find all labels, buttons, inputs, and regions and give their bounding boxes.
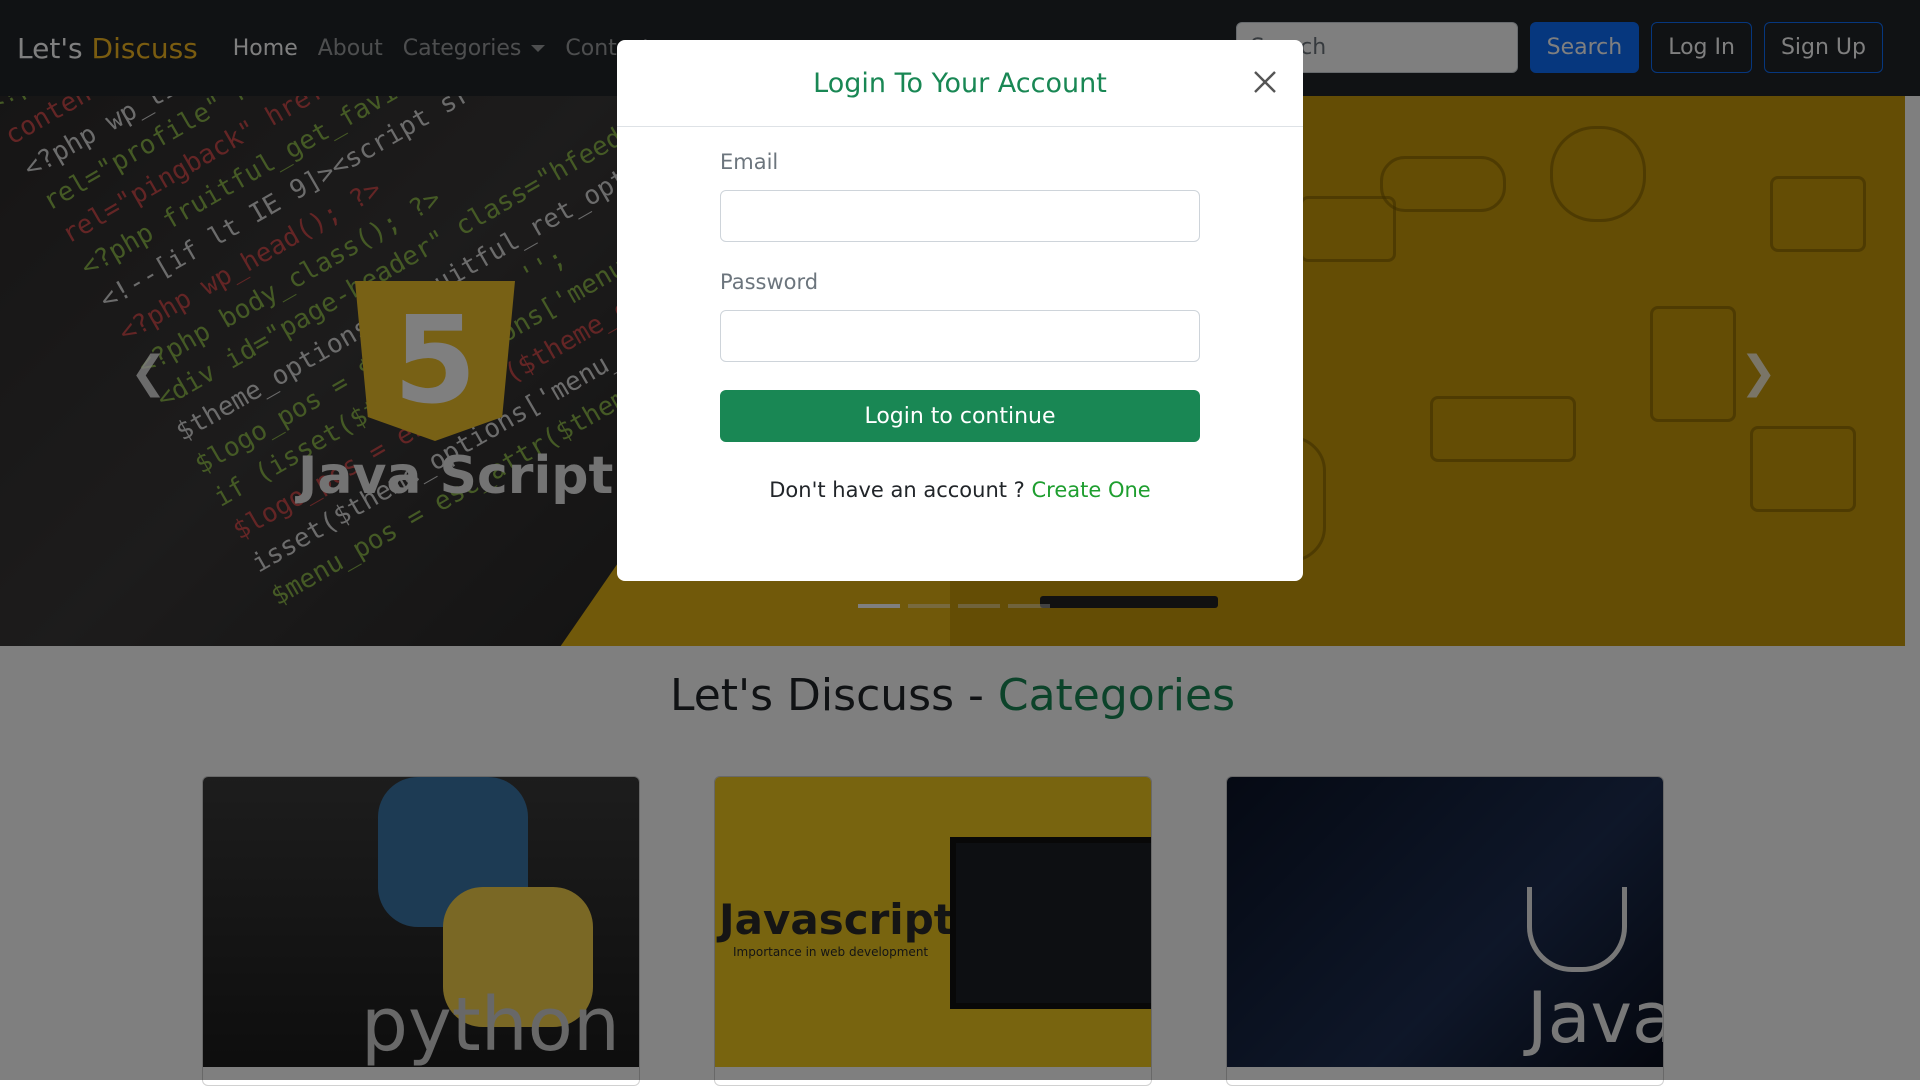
password-label: Password xyxy=(720,270,819,294)
signup-prompt-text: Don't have an account ? xyxy=(769,478,1025,502)
login-submit-button[interactable]: Login to continue xyxy=(720,390,1200,442)
create-account-link[interactable]: Create One xyxy=(1032,478,1151,502)
email-field[interactable] xyxy=(720,190,1200,242)
modal-header: Login To Your Account xyxy=(617,40,1303,127)
login-modal: Login To Your Account Email Password Log… xyxy=(617,40,1303,581)
login-form: Email Password Login to continue Don't h… xyxy=(720,150,1200,502)
password-field[interactable] xyxy=(720,310,1200,362)
modal-title: Login To Your Account xyxy=(813,67,1107,99)
email-label: Email xyxy=(720,150,779,174)
signup-prompt: Don't have an account ? Create One xyxy=(720,478,1200,502)
close-icon[interactable] xyxy=(1245,62,1285,102)
